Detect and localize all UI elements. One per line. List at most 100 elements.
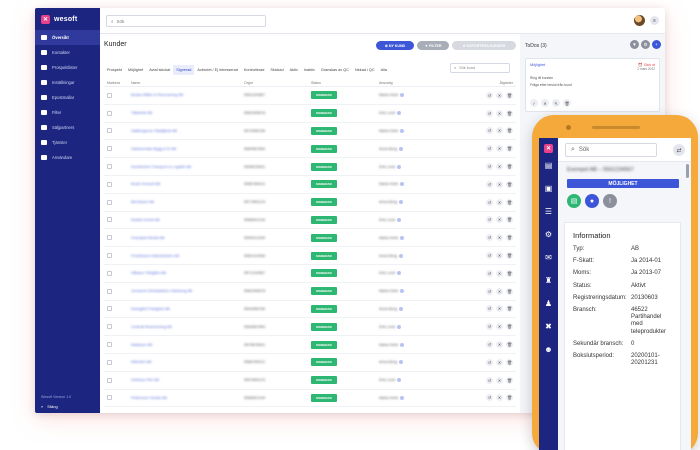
logo-icon[interactable]: ✕ — [544, 144, 553, 153]
close-icon[interactable]: ✕ — [496, 163, 503, 171]
close-icon[interactable]: ✕ — [496, 91, 503, 99]
global-search-input[interactable]: ⌕ Sök — [106, 15, 266, 27]
more-menu-icon[interactable]: ≡ — [650, 16, 659, 25]
info-icon[interactable] — [397, 217, 402, 222]
close-icon[interactable]: ✕ — [496, 287, 503, 295]
info-icon[interactable] — [400, 342, 405, 347]
close-icon[interactable]: ✕ — [496, 216, 503, 224]
row-checkbox[interactable] — [107, 164, 112, 170]
table-row[interactable]: Lindvall Redovisning AB 5564567890 SIGNERA… — [104, 318, 516, 337]
history-icon[interactable]: ↺ — [486, 394, 493, 402]
list-icon[interactable]: ☰ — [544, 207, 554, 216]
todo-add-icon[interactable]: + — [652, 40, 661, 49]
tab-4[interactable]: Avbrutet / Ej intresserad — [194, 65, 240, 75]
sidebar-item-0[interactable]: Översikt — [35, 30, 100, 45]
dashboard-icon[interactable]: ▤ — [544, 161, 554, 170]
table-row[interactable]: Mattsson AB 5575678901 SIGNERAD Maria Holm ↺… — [104, 336, 516, 354]
history-icon[interactable]: ↺ — [486, 198, 493, 206]
alert-icon[interactable]: ! — [603, 194, 617, 208]
tab-6[interactable]: Skickad — [267, 65, 286, 75]
customer-name-link[interactable]: Hallbergsons Städtjänst AB — [131, 129, 177, 133]
partners-icon[interactable]: ♟ — [544, 299, 554, 308]
info-icon[interactable] — [397, 164, 402, 169]
close-sidebar-button[interactable]: « Stäng — [41, 404, 71, 409]
table-row[interactable]: Karlsgård Fastighet AB 5593456789 SIGNERAD… — [104, 301, 516, 319]
close-icon[interactable]: ✕ — [496, 234, 503, 242]
customer-name-link[interactable]: Bodas Måleri & Renovering AB — [131, 93, 183, 97]
sidebar-item-6[interactable]: Säljpartners — [35, 120, 100, 135]
trash-icon[interactable]: 🗑 — [506, 287, 513, 295]
toggle-icon[interactable]: ⇄ — [673, 144, 685, 156]
filter-button[interactable]: ▼ FILTER — [417, 41, 449, 50]
todo-card[interactable]: Möjlighet ⏰ Gick ut 2 mars 2022 Ring til… — [525, 58, 660, 112]
trash-icon[interactable]: 🗑 — [506, 323, 513, 331]
history-icon[interactable]: ↺ — [486, 127, 493, 135]
tab-1[interactable]: Möjlighet — [125, 65, 146, 75]
close-icon[interactable]: ✕ — [496, 109, 503, 117]
close-icon[interactable]: ✕ — [496, 145, 503, 153]
history-icon[interactable]: ↺ — [486, 216, 493, 224]
info-icon[interactable] — [400, 93, 405, 98]
info-icon[interactable] — [398, 146, 403, 151]
customer-name-link[interactable]: Olofsson Rör AB — [131, 378, 159, 382]
history-icon[interactable]: ↺ — [486, 180, 493, 188]
document-icon[interactable]: ▤ — [567, 194, 581, 208]
trash-icon[interactable]: 🗑 — [506, 198, 513, 206]
info-icon[interactable] — [398, 200, 403, 205]
scrollbar[interactable] — [686, 164, 689, 178]
table-row[interactable]: Nordströms Transport & Logistik AB 559567… — [104, 158, 516, 176]
row-checkbox[interactable] — [107, 110, 112, 116]
row-checkbox[interactable] — [107, 359, 112, 365]
row-checkbox[interactable] — [107, 199, 112, 205]
check-icon[interactable]: ✓ — [530, 99, 538, 107]
trash-icon[interactable]: 🗑 — [506, 376, 513, 384]
row-checkbox[interactable] — [107, 92, 112, 98]
table-row[interactable]: Bodas Måleri & Renovering AB 5591234567 SI… — [104, 87, 516, 105]
sidebar-item-8[interactable]: Användare — [35, 150, 100, 165]
history-icon[interactable]: ↺ — [486, 252, 493, 260]
filter-icon[interactable]: ♜ — [544, 276, 554, 285]
customer-name-link[interactable]: Mattsson AB — [131, 343, 152, 347]
table-row[interactable]: Tälteknik AB 5562345678 SIGNERAD Erik Lund ↺… — [104, 105, 516, 123]
row-checkbox[interactable] — [107, 217, 112, 223]
row-checkbox[interactable] — [107, 235, 112, 241]
close-icon[interactable]: ✕ — [496, 323, 503, 331]
edit-icon[interactable]: ✎ — [552, 99, 560, 107]
info-icon[interactable] — [400, 395, 405, 400]
row-checkbox[interactable] — [107, 324, 112, 330]
info-icon[interactable] — [400, 235, 405, 240]
todo-settings-icon[interactable]: ⚙ — [641, 40, 650, 49]
table-row[interactable]: Bodin Konsult AB 5566789012 SIGNERAD Maria … — [104, 176, 516, 194]
brand-logo[interactable]: ✕ wesoft — [35, 8, 100, 30]
close-icon[interactable]: ✕ — [496, 358, 503, 366]
history-icon[interactable]: ↺ — [486, 341, 493, 349]
customer-search-input[interactable]: ⌕ Sök kund — [450, 63, 510, 73]
info-icon[interactable] — [397, 111, 402, 116]
trash-icon[interactable]: 🗑 — [506, 109, 513, 117]
info-icon[interactable] — [397, 324, 402, 329]
row-checkbox[interactable] — [107, 270, 112, 276]
sidebar-item-2[interactable]: Prospektlister — [35, 60, 100, 75]
trash-icon[interactable]: 🗑 — [563, 99, 571, 107]
customer-name-link[interactable]: Pettersson Smide AB — [131, 396, 167, 400]
row-checkbox[interactable] — [107, 128, 112, 134]
tab-2[interactable]: Avtal skickat — [146, 65, 173, 75]
todo-filter-icon[interactable]: ▼ — [630, 40, 639, 49]
customer-name-link[interactable]: Fredriksson Markarbeten AB — [131, 254, 179, 258]
history-icon[interactable]: ↺ — [486, 145, 493, 153]
table-row[interactable]: Pettersson Smide AB 5568901234 SIGNERAD Mar… — [104, 390, 516, 408]
tab-3[interactable]: Signerad — [173, 65, 195, 75]
customer-name-link[interactable]: Tälteknik AB — [131, 111, 152, 115]
history-icon[interactable]: ↺ — [486, 305, 493, 313]
close-icon[interactable]: ✕ — [496, 198, 503, 206]
user-avatar[interactable] — [634, 15, 645, 26]
table-row[interactable]: Berntsson AB 5577890123 SIGNERAD Anna Berg ↺… — [104, 194, 516, 212]
table-row[interactable]: Fredriksson Markarbeten AB 5560123456 SIGN… — [104, 247, 516, 265]
table-row[interactable]: Ekdahl Invest AB 5588901234 SIGNERAD Erik L… — [104, 212, 516, 230]
table-row[interactable]: Jonssons Elinstallation Göteborg AB 55823… — [104, 283, 516, 301]
trash-icon[interactable]: 🗑 — [506, 358, 513, 366]
trash-icon[interactable]: 🗑 — [506, 341, 513, 349]
trash-icon[interactable]: 🗑 — [506, 234, 513, 242]
users-icon[interactable]: ☻ — [544, 345, 554, 354]
close-icon[interactable]: ✕ — [496, 376, 503, 384]
